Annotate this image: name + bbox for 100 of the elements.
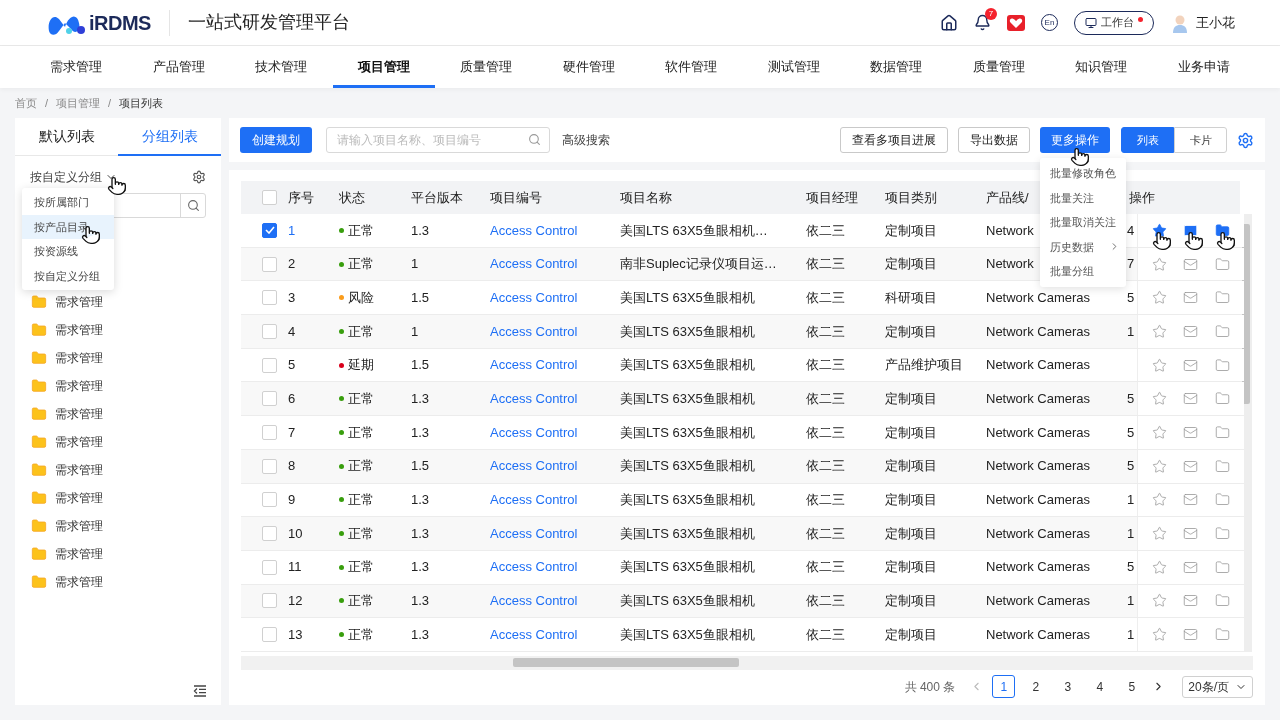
nav-tab[interactable]: 硬件管理	[537, 46, 640, 88]
page-button[interactable]: 3	[1056, 675, 1080, 699]
project-code-link[interactable]: Access Control	[490, 357, 578, 373]
table-cell[interactable]: 6	[288, 391, 296, 407]
folder-item[interactable]: 需求管理	[55, 405, 103, 423]
project-code-link[interactable]: Access Control	[490, 525, 578, 541]
page-button[interactable]: 2	[1024, 675, 1048, 699]
project-code-link[interactable]: Access Control	[490, 391, 578, 407]
table-cell[interactable]: 7	[288, 424, 296, 440]
page-button[interactable]: 1	[992, 675, 1016, 699]
folder-item[interactable]: 需求管理	[55, 433, 103, 451]
menu-item[interactable]: 批量分组	[1050, 263, 1094, 280]
star-icon[interactable]	[1152, 593, 1168, 609]
nav-tab[interactable]: 软件管理	[640, 46, 743, 88]
nav-tab[interactable]: 测试管理	[742, 46, 845, 88]
page-button[interactable]: 5	[1120, 675, 1144, 699]
advanced-search-link[interactable]: 高级搜索	[562, 131, 610, 149]
project-code-link[interactable]: Access Control	[490, 256, 578, 272]
star-icon[interactable]	[1152, 526, 1168, 542]
star-icon[interactable]	[1152, 290, 1168, 306]
project-code-link[interactable]: Access Control	[490, 559, 578, 575]
table-cell[interactable]: 3	[288, 289, 296, 305]
settings-icon[interactable]	[1237, 131, 1254, 149]
table-cell[interactable]: 8	[288, 458, 296, 474]
menu-item[interactable]: 批量关注	[1050, 189, 1094, 206]
breadcrumb-item[interactable]: 项目管理	[56, 94, 101, 112]
star-icon[interactable]	[1152, 222, 1168, 238]
breadcrumb-item[interactable]: 首页	[15, 94, 37, 112]
star-icon[interactable]	[1152, 256, 1168, 272]
nav-tab[interactable]: 产品管理	[127, 46, 230, 88]
search-field[interactable]: 请输入项目名称、项目编号	[326, 127, 550, 153]
nav-tab[interactable]: 质量管理	[435, 46, 538, 88]
project-code-link[interactable]: Access Control	[490, 222, 578, 238]
folder-icon[interactable]	[1214, 222, 1230, 238]
star-icon[interactable]	[1152, 323, 1168, 339]
folder-item[interactable]: 需求管理	[55, 461, 103, 479]
folder-item[interactable]: 需求管理	[55, 545, 103, 563]
toolbar-button[interactable]: 查看多项目进展	[840, 127, 948, 153]
project-code-link[interactable]: Access Control	[490, 289, 578, 305]
nav-tab[interactable]: 数据管理	[845, 46, 948, 88]
project-code-link[interactable]: Access Control	[490, 593, 578, 609]
folder-item[interactable]: 需求管理	[55, 377, 103, 395]
heart-app-icon[interactable]	[1007, 14, 1025, 31]
notification-bell-icon[interactable]	[974, 14, 991, 31]
star-icon[interactable]	[1152, 357, 1168, 373]
folder-item[interactable]: 需求管理	[55, 349, 103, 367]
project-code-link[interactable]: Access Control	[490, 323, 578, 339]
star-icon[interactable]	[1152, 627, 1168, 643]
folder-item[interactable]: 需求管理	[55, 489, 103, 507]
menu-item[interactable]: 按产品目录	[22, 214, 114, 239]
folder-item[interactable]: 需求管理	[55, 517, 103, 535]
view-toggle[interactable]: 卡片	[1174, 127, 1227, 153]
table-cell[interactable]: 9	[288, 492, 296, 508]
star-icon[interactable]	[1152, 391, 1168, 407]
star-icon[interactable]	[1152, 492, 1168, 508]
group-by-dropdown[interactable]: 按自定义分组	[30, 168, 117, 186]
page-size-select[interactable]: 20条/页	[1182, 675, 1253, 698]
table-cell[interactable]: 13	[288, 626, 303, 642]
nav-tab[interactable]: 需求管理	[25, 46, 128, 88]
menu-item[interactable]: 批量取消关注	[1050, 214, 1116, 231]
settings-icon[interactable]	[192, 170, 206, 184]
home-icon[interactable]	[940, 13, 958, 32]
row-checkbox[interactable]	[262, 222, 277, 238]
nav-tab[interactable]: 技术管理	[230, 46, 333, 88]
toolbar-button[interactable]: 导出数据	[958, 127, 1030, 153]
star-icon[interactable]	[1152, 458, 1168, 474]
project-code-link[interactable]: Access Control	[490, 424, 578, 440]
nav-tab[interactable]: 知识管理	[1050, 46, 1153, 88]
table-cell[interactable]: 1	[288, 222, 296, 238]
more-actions-button[interactable]: 更多操作	[1040, 127, 1110, 153]
menu-item[interactable]: 按所属部门	[22, 190, 114, 215]
folder-item[interactable]: 需求管理	[55, 293, 103, 311]
create-plan-button[interactable]: 创建规划	[240, 127, 312, 153]
table-cell[interactable]: 11	[288, 559, 302, 575]
menu-item[interactable]: 按资源线	[22, 239, 114, 264]
folder-item[interactable]: 需求管理	[55, 321, 103, 339]
horizontal-scrollbar[interactable]	[513, 658, 739, 668]
star-icon[interactable]	[1152, 424, 1168, 440]
panel-tab[interactable]: 分组列表	[118, 118, 221, 156]
table-cell[interactable]: 12	[288, 593, 303, 609]
table-cell[interactable]: 10	[288, 525, 303, 541]
menu-item[interactable]: 批量修改角色	[1050, 165, 1116, 182]
collapse-icon[interactable]	[193, 685, 207, 697]
project-code-link[interactable]: Access Control	[490, 492, 578, 508]
folder-item[interactable]: 需求管理	[55, 573, 103, 591]
project-code-link[interactable]: Access Control	[490, 626, 578, 642]
panel-tab[interactable]: 默认列表	[15, 118, 118, 156]
view-toggle[interactable]: 列表	[1121, 127, 1174, 153]
table-cell[interactable]: 2	[288, 256, 296, 272]
table-cell[interactable]: 4	[288, 323, 296, 339]
search-icon[interactable]	[528, 133, 541, 146]
nav-tab[interactable]: 质量管理	[947, 46, 1050, 88]
user-name[interactable]: 王小花	[1196, 12, 1235, 33]
project-code-link[interactable]: Access Control	[490, 458, 578, 474]
nav-tab[interactable]: 业务申请	[1152, 46, 1255, 88]
page-button[interactable]: 4	[1088, 675, 1112, 699]
nav-tab[interactable]: 项目管理	[332, 46, 435, 88]
star-icon[interactable]	[1152, 559, 1168, 575]
menu-item[interactable]: 历史数据	[1050, 238, 1094, 255]
table-cell[interactable]: 5	[288, 357, 296, 373]
